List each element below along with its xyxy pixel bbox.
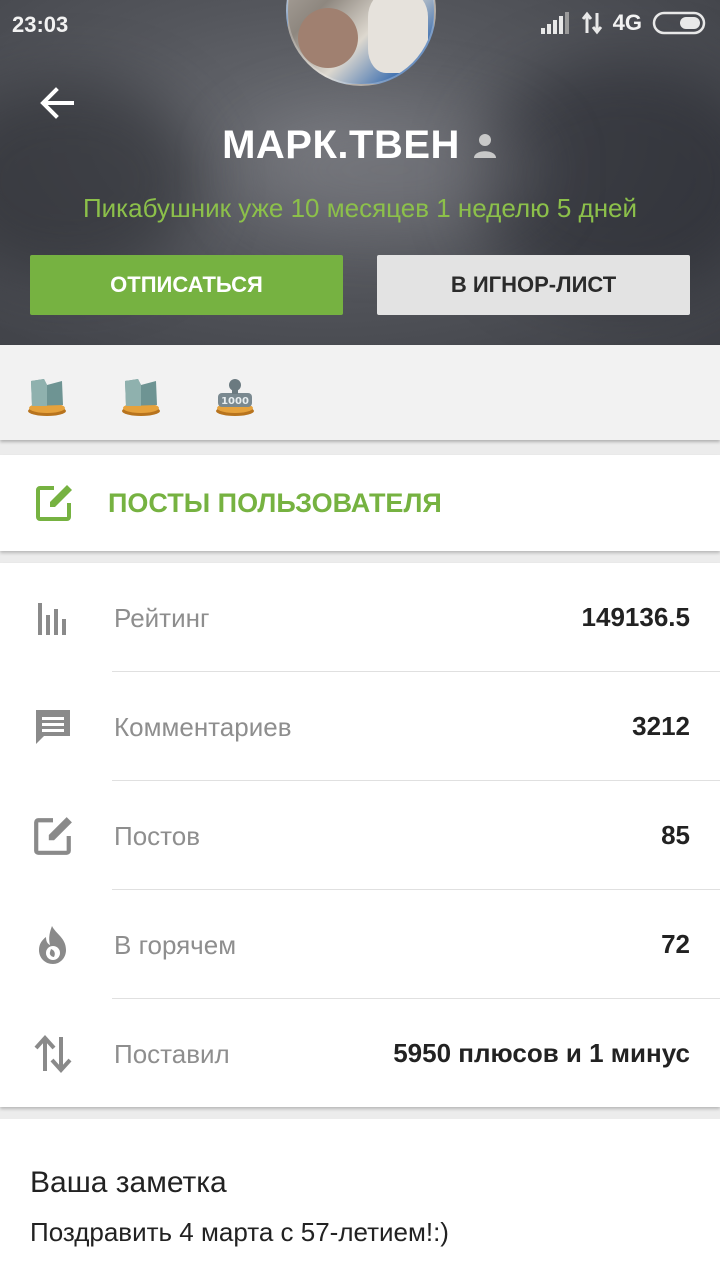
stat-label: Поставил: [114, 1039, 230, 1069]
profile-header: 23:03 4G МАРК.ТВЕН Пикабушник уже 10 мес…: [0, 0, 720, 345]
signal-icon: [540, 12, 569, 34]
status-time: 23:03: [12, 12, 69, 37]
award-1000-icon[interactable]: 1000: [214, 375, 256, 417]
stat-row-votes: Поставил 5950 плюсов и 1 минус: [0, 999, 720, 1108]
note-card[interactable]: Ваша заметка: [0, 1119, 720, 1280]
note-text[interactable]: Поздравить 4 марта с 57-летием!:): [30, 1217, 449, 1248]
stat-label: Постов: [114, 821, 201, 851]
comment-icon: [36, 710, 70, 744]
rating-bars-icon: [38, 603, 66, 635]
ignore-list-button[interactable]: В ИГНОР-ЛИСТ: [377, 255, 690, 315]
stat-label: В горячем: [114, 930, 237, 960]
stat-value: 85: [661, 820, 690, 850]
stat-label: Комментариев: [114, 712, 292, 742]
stat-row-rating: Рейтинг 149136.5: [0, 563, 720, 672]
stat-value: 72: [661, 929, 690, 959]
edit-icon: [34, 817, 72, 855]
stat-value: 5950 плюсов и 1 минус: [393, 1038, 690, 1068]
stat-row-posts: Постов 85: [0, 781, 720, 890]
stats-card: Рейтинг 149136.5 Комментариев 3212 Посто…: [0, 563, 720, 1107]
up-down-arrows-icon: [34, 1035, 72, 1073]
stat-label: Рейтинг: [114, 603, 210, 633]
stat-value: 149136.5: [581, 602, 690, 632]
username: МАРК.ТВЕН: [222, 122, 460, 167]
stat-row-hot: В горячем 72: [0, 890, 720, 999]
data-transfer-icon: [581, 11, 602, 35]
network-type: 4G: [612, 10, 642, 35]
battery-icon: [652, 11, 706, 35]
note-title: Ваша заметка: [30, 1166, 227, 1199]
edit-icon: [36, 485, 72, 521]
awards-bar: 1000: [0, 345, 720, 440]
unsubscribe-button[interactable]: ОТПИСАТЬСЯ: [30, 255, 343, 315]
member-since-text: Пикабушник уже 10 месяцев 1 неделю 5 дне…: [82, 193, 638, 223]
fire-icon: [39, 926, 66, 964]
award-stone-icon[interactable]: [120, 375, 162, 417]
stat-row-comments: Комментариев 3212: [0, 672, 720, 781]
user-icon: [473, 134, 496, 158]
user-posts-link[interactable]: ПОСТЫ ПОЛЬЗОВАТЕЛЯ: [0, 455, 720, 551]
user-posts-label: ПОСТЫ ПОЛЬЗОВАТЕЛЯ: [108, 488, 442, 518]
stat-value: 3212: [632, 711, 690, 741]
award-1000-text: 1000: [221, 396, 249, 407]
award-stone-icon[interactable]: [26, 375, 68, 417]
status-bar: 23:03 4G: [0, 0, 720, 50]
